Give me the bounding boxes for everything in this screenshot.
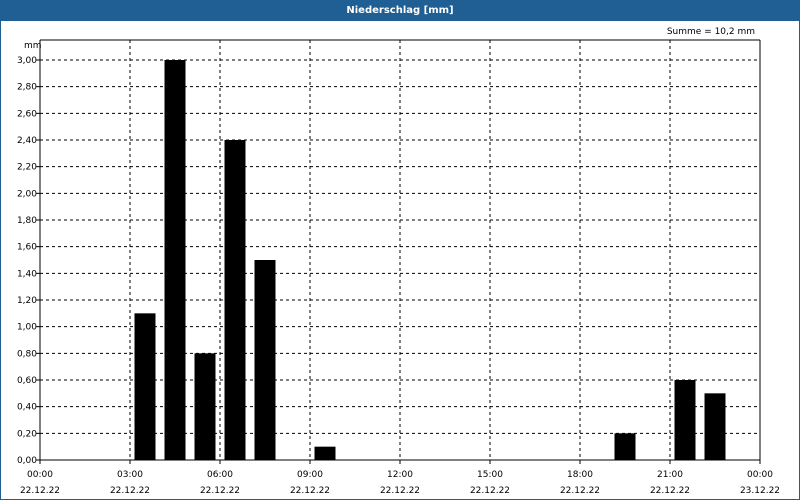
- x-tick-date: 22.12.22: [470, 486, 510, 496]
- x-tick-date: 23.12.22: [740, 486, 780, 496]
- x-tick-date: 22.12.22: [290, 486, 330, 496]
- x-tick-date: 22.12.22: [110, 486, 150, 496]
- y-tick-label: 2,00: [17, 189, 37, 199]
- precipitation-bar: [194, 353, 216, 460]
- y-tick-label: 0,40: [17, 403, 37, 413]
- precipitation-bar: [254, 260, 276, 460]
- x-tick-date: 22.12.22: [380, 486, 420, 496]
- precipitation-bar: [224, 140, 246, 460]
- y-tick-label: 0,20: [17, 429, 37, 439]
- y-tick-label: 0,00: [17, 456, 37, 466]
- x-tick-time: 00:00: [27, 470, 53, 480]
- y-tick-label: 3,00: [17, 56, 37, 66]
- x-tick-time: 18:00: [567, 470, 593, 480]
- y-tick-label: 1,60: [17, 243, 37, 253]
- y-tick-label: 0,80: [17, 349, 37, 359]
- y-tick-label: 0,60: [17, 376, 37, 386]
- x-tick-date: 22.12.22: [560, 486, 600, 496]
- x-tick-time: 21:00: [657, 470, 683, 480]
- axes: 0,00 0,20 0,40 0,60 0,80 1,00 1,20 1,40 1,60 1,80…: [17, 39, 780, 496]
- precipitation-chart: 0,00 0,20 0,40 0,60 0,80 1,00 1,20 1,40 1,60 1,80…: [17, 27, 780, 496]
- x-tick-time: 03:00: [117, 470, 143, 480]
- x-tick-time: 00:00: [747, 470, 773, 480]
- y-tick-label: 2,40: [17, 136, 37, 146]
- y-axis-unit: mm: [24, 41, 42, 51]
- y-tick-label: 1,80: [17, 216, 37, 226]
- x-tick-date: 22.12.22: [200, 486, 240, 496]
- y-tick-label: 2,20: [17, 163, 37, 173]
- x-tick-time: 09:00: [297, 470, 323, 480]
- y-tick-label: 1,00: [17, 323, 37, 333]
- y-tick-label: 2,80: [17, 83, 37, 93]
- precipitation-bar: [164, 60, 186, 460]
- y-tick-label: 1,20: [17, 296, 37, 306]
- y-tick-label: 2,60: [17, 109, 37, 119]
- x-tick-date: 22.12.22: [650, 486, 690, 496]
- x-tick-time: 15:00: [477, 470, 503, 480]
- precipitation-bar: [704, 393, 726, 460]
- x-tick-time: 12:00: [387, 470, 413, 480]
- precipitation-bar: [134, 313, 156, 460]
- precipitation-bar: [614, 433, 636, 460]
- x-tick-time: 06:00: [207, 470, 233, 480]
- y-tick-label: 1,40: [17, 269, 37, 279]
- bars: [134, 60, 726, 460]
- sum-label: Summe = 10,2 mm: [667, 27, 755, 37]
- x-tick-date: 22.12.22: [20, 486, 60, 496]
- precipitation-bar: [674, 380, 696, 460]
- precipitation-bar: [314, 446, 336, 460]
